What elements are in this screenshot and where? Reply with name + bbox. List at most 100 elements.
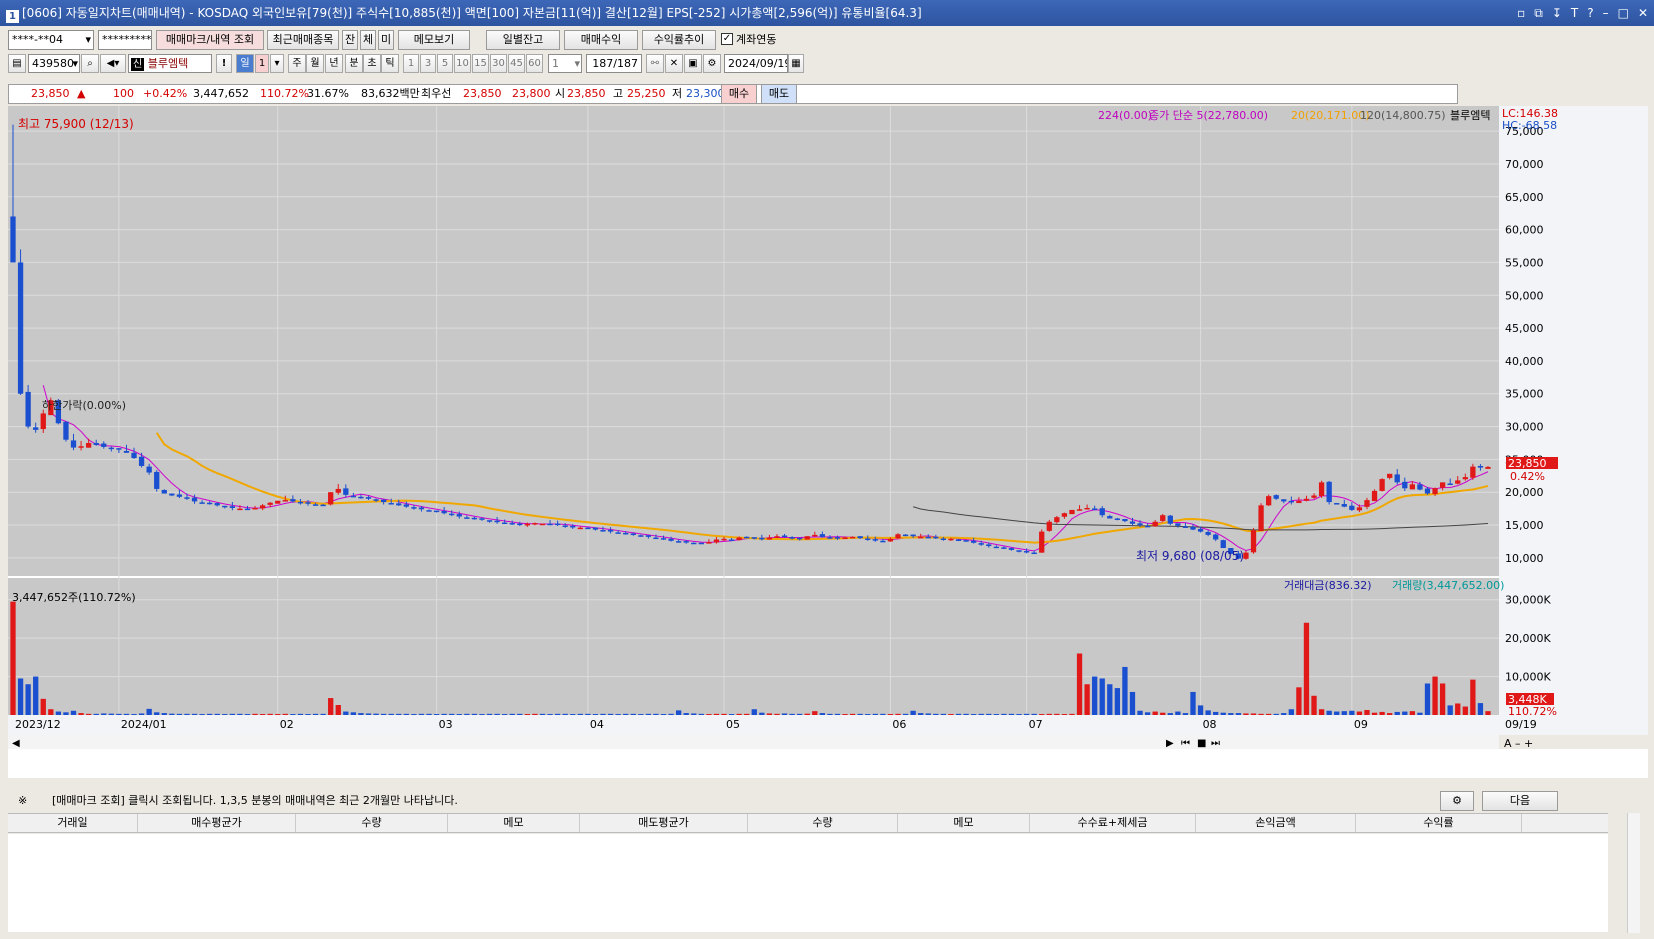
- period-month-tab[interactable]: 월: [306, 54, 324, 73]
- table-vertical-scrollbar[interactable]: [1627, 813, 1640, 933]
- candle-body: [335, 488, 341, 493]
- candle-body: [948, 538, 954, 541]
- best-quote-label: 최우선: [421, 87, 452, 100]
- forward-icon[interactable]: ⏭: [1211, 738, 1220, 749]
- interval-count-select[interactable]: 1 ▾: [548, 54, 582, 73]
- chart-horizontal-scrollbar[interactable]: [8, 735, 1499, 749]
- settings-gear-icon[interactable]: ⚙: [703, 54, 721, 73]
- minute-30[interactable]: 30: [490, 54, 507, 73]
- password-field[interactable]: *********: [98, 30, 152, 50]
- account-link-checkbox[interactable]: ✓: [721, 33, 733, 45]
- period-minute-tab[interactable]: 분: [345, 54, 363, 73]
- help-icon[interactable]: ?: [1587, 0, 1593, 26]
- candle-body: [1167, 515, 1173, 524]
- candle-body: [502, 522, 508, 525]
- volume-bar: [1318, 709, 1325, 715]
- candlestick-chart[interactable]: 75,00070,00065,00060,00055,00050,00045,0…: [8, 106, 1648, 778]
- candle-body: [1371, 490, 1378, 502]
- search-icon[interactable]: ⌕: [81, 54, 99, 73]
- period-year-tab[interactable]: 년: [325, 54, 343, 73]
- candle-body: [865, 538, 871, 541]
- last-price-label: 23,850: [1508, 457, 1547, 470]
- stop-icon[interactable]: ■: [1197, 738, 1206, 749]
- trade-mark-query-button[interactable]: 매매마크/내역 조회: [156, 30, 264, 50]
- tile-icon[interactable]: ⧉: [1534, 0, 1543, 26]
- trade-profit-button[interactable]: 매매수익: [564, 30, 638, 50]
- best-ask: 23,850: [463, 87, 502, 100]
- stock-code-input[interactable]: 439580 ▾: [28, 54, 80, 73]
- minute-60[interactable]: 60: [526, 54, 543, 73]
- filled-button[interactable]: 체: [360, 30, 376, 50]
- sell-button[interactable]: 매도: [761, 84, 797, 104]
- rewind-icon[interactable]: ⏮: [1181, 738, 1190, 749]
- minute-10[interactable]: 10: [454, 54, 471, 73]
- col-buy-memo: 메모: [448, 814, 580, 832]
- buy-button[interactable]: 매수: [721, 84, 757, 104]
- stock-name-field[interactable]: 신 블루엠텍: [128, 54, 212, 73]
- turnover-rate: 31.67%: [307, 87, 349, 100]
- period-tick-tab[interactable]: 틱: [381, 54, 399, 73]
- font-icon[interactable]: T: [1571, 0, 1578, 26]
- minute-3[interactable]: 3: [420, 54, 436, 73]
- minute-5[interactable]: 5: [437, 54, 453, 73]
- candle-body: [721, 538, 727, 541]
- volume-bar: [615, 714, 621, 715]
- next-button[interactable]: 다음: [1482, 791, 1558, 811]
- minimize-button[interactable]: –: [1603, 0, 1609, 26]
- volume-bar: [1477, 703, 1484, 715]
- candle-body: [887, 538, 894, 542]
- volume-bar: [1243, 713, 1249, 715]
- maximize-button[interactable]: □: [1618, 0, 1629, 26]
- candle-body: [1039, 531, 1045, 553]
- volume-bar: [562, 713, 568, 715]
- volume-bar: [592, 714, 599, 715]
- period-day-tab[interactable]: 일: [236, 54, 254, 73]
- speaker-icon[interactable]: ◀▾: [100, 54, 126, 73]
- period-count[interactable]: 1: [255, 54, 269, 73]
- candle-body: [517, 523, 523, 526]
- balance-button[interactable]: 잔: [342, 30, 358, 50]
- link-icon[interactable]: ⚯: [646, 54, 664, 73]
- volume-bar: [108, 713, 114, 715]
- up-arrow-icon: ▲: [77, 87, 86, 100]
- daily-balance-button[interactable]: 일별잔고: [486, 30, 560, 50]
- minute-15[interactable]: 15: [472, 54, 489, 73]
- return-trend-button[interactable]: 수익률추이: [642, 30, 716, 50]
- period-second-tab[interactable]: 초: [363, 54, 381, 73]
- volume-bar: [396, 713, 402, 715]
- candle-body: [10, 216, 16, 263]
- zoom-out-icon[interactable]: A – +: [1504, 737, 1533, 750]
- scroll-left-icon[interactable]: ◀: [12, 738, 20, 749]
- minute-1[interactable]: 1: [403, 54, 419, 73]
- candle-body: [539, 523, 546, 526]
- close-button[interactable]: ✕: [1638, 0, 1648, 26]
- price-chart-panel[interactable]: 75,000 70,000 65,000 60,000 55,000 50,000 45,0…: [8, 106, 1648, 778]
- trade-table-body[interactable]: [8, 834, 1608, 932]
- settings-gear-icon[interactable]: ⚙: [1440, 791, 1474, 811]
- save-icon[interactable]: ▣: [684, 54, 702, 73]
- high-annotation: 최고 75,900 (12/13): [18, 117, 134, 131]
- chevron-down-icon[interactable]: ▾: [270, 54, 284, 73]
- account-select[interactable]: ****-**04 ▾: [8, 30, 94, 50]
- layout-icon[interactable]: ▤: [8, 54, 26, 73]
- cross-icon[interactable]: ✕: [665, 54, 683, 73]
- volume-bar: [169, 713, 175, 715]
- unfilled-button[interactable]: 미: [378, 30, 394, 50]
- candle-body: [108, 447, 114, 450]
- volume-bar: [486, 713, 493, 715]
- scroll-right-icon[interactable]: ▶: [1166, 738, 1174, 749]
- info-button[interactable]: !: [216, 54, 232, 73]
- memo-view-button[interactable]: 메모보기: [398, 30, 470, 50]
- period-week-tab[interactable]: 주: [288, 54, 306, 73]
- volume-bar: [766, 713, 773, 715]
- pin-icon[interactable]: ↧: [1552, 0, 1562, 26]
- restore-small-icon[interactable]: ▫: [1517, 0, 1525, 26]
- date-field[interactable]: 2024/09/19: [724, 54, 788, 73]
- volume-bar: [471, 713, 478, 715]
- recent-items-button[interactable]: 최근매매종목: [267, 30, 339, 50]
- minute-45[interactable]: 45: [508, 54, 525, 73]
- volume-bar: [653, 713, 659, 715]
- calendar-icon[interactable]: ▦: [788, 54, 804, 73]
- volume-bar: [259, 714, 266, 715]
- date-tick-label: 2024/01: [121, 718, 167, 731]
